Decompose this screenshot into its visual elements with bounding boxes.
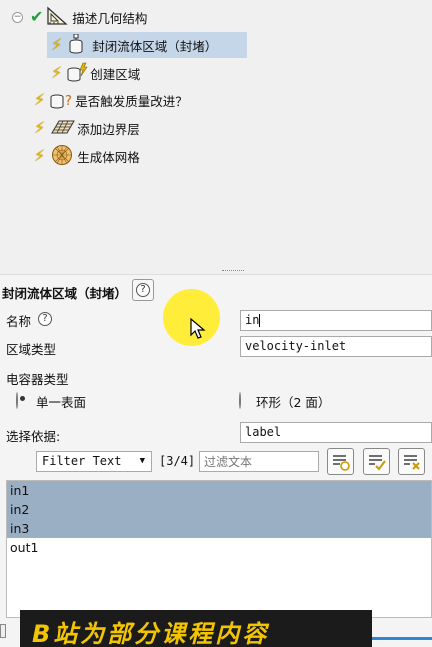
tree-item-describe-geometry[interactable]: − ✔ 描述几何结构: [12, 4, 312, 30]
tree-item-quality-improvement[interactable]: ⚡ ? 是否触发质量改进？: [34, 87, 274, 113]
tree-item-label: 封闭流体区域（封堵）: [92, 38, 218, 54]
select-all-button[interactable]: [363, 448, 390, 475]
region-type-label: 区域类型: [6, 342, 57, 357]
select-all-icon: [369, 455, 386, 471]
filter-options-icon: [333, 455, 350, 471]
boundary-layer-icon: [51, 117, 76, 140]
selection-by-label: 选择依据:: [6, 429, 61, 444]
lightning-icon: ⚡: [34, 90, 46, 109]
tree-item-generate-volume-mesh[interactable]: ⚡ 生成体网格: [34, 143, 234, 169]
radio-ring-label: 环形（2 面）: [256, 395, 331, 410]
lightning-icon: ⚡: [51, 35, 63, 54]
name-help-icon[interactable]: ?: [38, 312, 52, 326]
name-input[interactable]: in: [240, 310, 432, 331]
tree-item-label: 描述几何结构: [72, 10, 148, 26]
tree-item-enclose-fluid-region[interactable]: ⚡ 封闭流体区域（封堵）: [47, 32, 247, 58]
tree-item-label: 是否触发质量改进？: [75, 93, 188, 109]
region-type-field[interactable]: velocity-inlet: [240, 336, 432, 357]
list-item[interactable]: in3: [7, 519, 431, 538]
scrollbar-stub[interactable]: [0, 624, 6, 638]
lightning-icon: ⚡: [34, 146, 46, 165]
tree-item-label: 添加边界层: [77, 121, 140, 137]
geometry-icon: [46, 6, 69, 29]
deselect-all-button[interactable]: [398, 448, 425, 475]
help-icon: ?: [136, 283, 150, 297]
chevron-down-icon: ▼: [139, 456, 145, 466]
radio-ring[interactable]: [239, 392, 241, 409]
checkmark-icon: ✔: [30, 7, 44, 26]
deselect-all-icon: [404, 455, 420, 470]
radio-single-surface-label: 单一表面: [36, 395, 87, 410]
volume-mesh-icon: [51, 144, 73, 169]
tree-item-add-boundary-layers[interactable]: ⚡ 添加边界层: [34, 115, 234, 141]
workflow-tree: − ✔ 描述几何结构 ⚡ 封闭流体区域（封堵） ⚡ 创建区域 ⚡ ? 是否触发质…: [0, 0, 432, 272]
panel-title: 封闭流体区域（封堵）: [2, 286, 128, 301]
video-progress-line: [372, 637, 432, 640]
tree-item-label: 创建区域: [90, 66, 141, 82]
filter-options-button[interactable]: [327, 448, 354, 475]
list-item[interactable]: in2: [7, 500, 431, 519]
splitter-handle[interactable]: [222, 270, 244, 272]
selection-count: [3/4]: [159, 454, 196, 468]
name-label: 名称: [6, 314, 32, 329]
collapse-icon[interactable]: −: [12, 11, 23, 23]
mouse-pointer-icon: [190, 317, 206, 343]
lightning-icon: ⚡: [34, 118, 46, 137]
filter-type-select[interactable]: Filter Text ▼: [36, 451, 152, 472]
regions-icon: [66, 62, 88, 85]
radio-single-surface[interactable]: [16, 392, 18, 409]
lightning-icon: ⚡: [51, 63, 63, 82]
list-item[interactable]: out1: [7, 538, 431, 557]
selection-by-field[interactable]: label: [240, 422, 432, 443]
zone-list[interactable]: in1 in2 in3 out1: [6, 480, 432, 618]
list-item[interactable]: in1: [7, 481, 431, 500]
video-watermark-text: B站为部分课程内容: [32, 620, 270, 647]
quality-question-icon: ?: [49, 89, 75, 112]
capping-icon: [68, 33, 84, 57]
tree-item-label: 生成体网格: [77, 149, 140, 165]
filter-text-input[interactable]: [199, 451, 319, 472]
tree-item-create-regions[interactable]: ⚡ 创建区域: [47, 60, 247, 86]
svg-text:?: ?: [65, 94, 72, 109]
help-button[interactable]: ?: [132, 279, 154, 301]
capacitor-type-label: 电容器类型: [6, 372, 69, 387]
